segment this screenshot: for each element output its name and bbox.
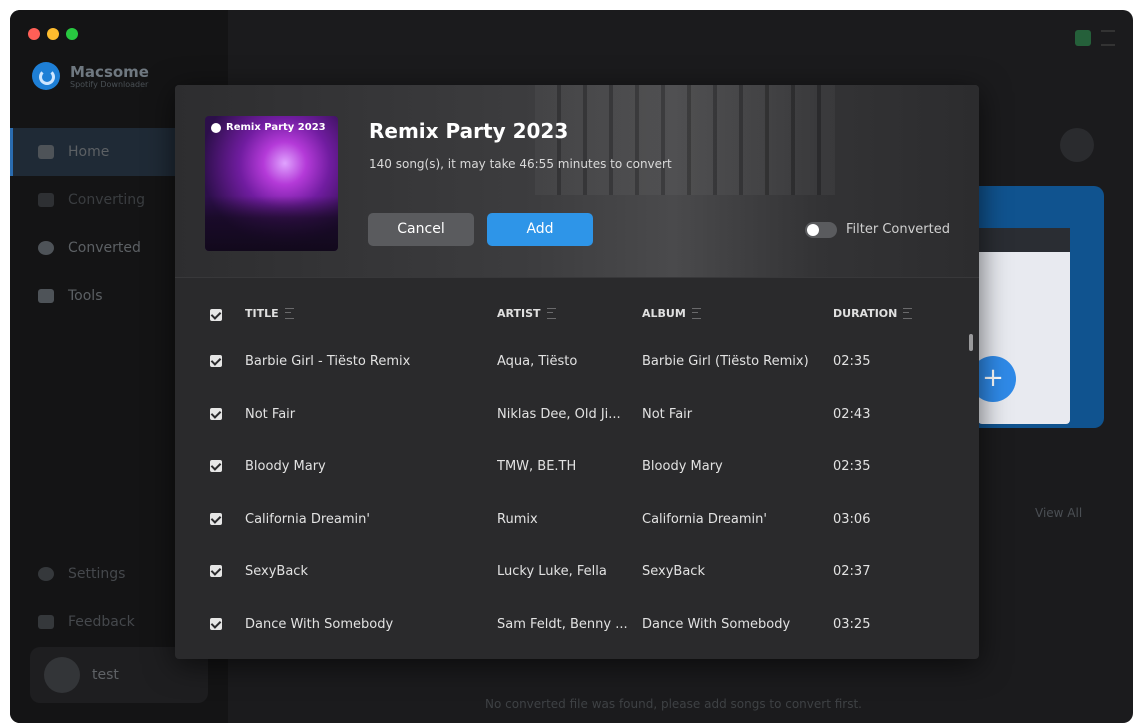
column-artist[interactable]: ARTIST bbox=[497, 307, 556, 320]
song-duration: 02:43 bbox=[833, 406, 871, 422]
table-header: TITLE ARTIST ALBUM DURATION bbox=[175, 295, 979, 335]
sidebar-item-label: Converted bbox=[68, 240, 141, 256]
song-album: Not Fair bbox=[642, 406, 693, 422]
cover-text: Remix Party 2023 bbox=[226, 122, 326, 133]
card-header bbox=[978, 228, 1070, 252]
filter-converted-label: Filter Converted bbox=[846, 222, 950, 237]
song-title: Dance With Somebody bbox=[245, 616, 394, 632]
song-duration: 03:25 bbox=[833, 616, 871, 632]
column-title-label: TITLE bbox=[245, 307, 279, 320]
app-name: Macsome bbox=[70, 62, 149, 81]
song-duration: 03:06 bbox=[833, 511, 871, 527]
table-row[interactable]: Dance With Somebody Sam Feldt, Benny ...… bbox=[175, 598, 979, 651]
top-right-controls bbox=[1075, 30, 1115, 46]
cover-title: Remix Party 2023 bbox=[211, 122, 326, 133]
sort-icon[interactable] bbox=[903, 308, 913, 319]
song-duration: 02:35 bbox=[833, 354, 871, 369]
playlist-cover: Remix Party 2023 bbox=[205, 116, 338, 251]
table-row[interactable]: Barbie Girl - Tiësto Remix Aqua, Tiësto … bbox=[175, 335, 979, 388]
column-duration-label: DURATION bbox=[833, 307, 898, 320]
song-album: Barbie Girl (Tiësto Remix) bbox=[642, 354, 809, 369]
user-name: test bbox=[92, 667, 119, 683]
music-icon[interactable] bbox=[1060, 128, 1094, 162]
sort-icon[interactable] bbox=[284, 308, 294, 319]
song-artist: TMW, BE.TH bbox=[497, 459, 577, 474]
table-row[interactable]: Not Fair Niklas Dee, Old Ji... Not Fair … bbox=[175, 388, 979, 441]
view-all-link[interactable]: View All bbox=[1035, 506, 1082, 520]
row-checkbox[interactable] bbox=[210, 460, 222, 472]
sidebar-item-label: Settings bbox=[68, 566, 126, 582]
row-checkbox[interactable] bbox=[210, 617, 222, 630]
song-artist: Sam Feldt, Benny ... bbox=[497, 616, 628, 632]
zoom-window-button[interactable] bbox=[66, 28, 78, 40]
logo-icon bbox=[32, 62, 60, 90]
sort-icon[interactable] bbox=[691, 308, 701, 319]
song-album: Bloody Mary bbox=[642, 459, 723, 474]
menu-icon[interactable] bbox=[1101, 30, 1115, 46]
mail-icon bbox=[38, 615, 54, 629]
column-album-label: ALBUM bbox=[642, 307, 686, 320]
song-artist: Rumix bbox=[497, 511, 538, 527]
grid-icon[interactable] bbox=[1075, 30, 1091, 46]
add-button[interactable]: Add bbox=[487, 213, 593, 246]
gear-icon bbox=[38, 567, 54, 581]
close-window-button[interactable] bbox=[28, 28, 40, 40]
song-artist: Aqua, Tiësto bbox=[497, 354, 578, 369]
add-music-panel[interactable]: + bbox=[970, 186, 1104, 428]
song-album: SexyBack bbox=[642, 564, 705, 579]
home-icon bbox=[38, 145, 54, 159]
song-list: Barbie Girl - Tiësto Remix Aqua, Tiësto … bbox=[175, 335, 979, 650]
spotify-icon bbox=[211, 122, 221, 133]
song-duration: 02:35 bbox=[833, 459, 871, 474]
window-controls bbox=[28, 28, 78, 40]
row-checkbox[interactable] bbox=[210, 565, 222, 577]
column-title[interactable]: TITLE bbox=[245, 307, 294, 320]
column-duration[interactable]: DURATION bbox=[833, 307, 913, 320]
song-title: California Dreamin' bbox=[245, 511, 370, 527]
row-checkbox[interactable] bbox=[210, 512, 222, 525]
app-subtitle: Spotify Downloader bbox=[70, 79, 149, 89]
song-album: Dance With Somebody bbox=[642, 616, 791, 632]
table-row[interactable]: California Dreamin' Rumix California Dre… bbox=[175, 493, 979, 546]
minimize-window-button[interactable] bbox=[47, 28, 59, 40]
sort-icon[interactable] bbox=[546, 308, 556, 319]
add-songs-dialog: Remix Party 2023 Remix Party 2023 140 so… bbox=[175, 85, 979, 659]
song-album: California Dreamin' bbox=[642, 511, 767, 527]
song-title: SexyBack bbox=[245, 564, 308, 579]
song-title: Bloody Mary bbox=[245, 459, 326, 474]
filter-converted-toggle[interactable] bbox=[805, 222, 837, 238]
song-artist: Niklas Dee, Old Ji... bbox=[497, 406, 621, 422]
clock-icon bbox=[38, 241, 54, 255]
song-duration: 02:37 bbox=[833, 564, 871, 579]
sidebar-item-label: Feedback bbox=[68, 614, 135, 630]
cancel-button[interactable]: Cancel bbox=[368, 213, 474, 246]
sidebar-item-label: Home bbox=[68, 144, 110, 160]
row-checkbox[interactable] bbox=[210, 407, 222, 420]
table-row[interactable]: SexyBack Lucky Luke, Fella SexyBack 02:3… bbox=[175, 545, 979, 598]
column-artist-label: ARTIST bbox=[497, 307, 541, 320]
select-all-checkbox[interactable] bbox=[210, 309, 222, 321]
app-logo: Macsome Spotify Downloader bbox=[32, 62, 149, 90]
avatar bbox=[44, 657, 80, 693]
playlist-summary: 140 song(s), it may take 46:55 minutes t… bbox=[369, 157, 672, 171]
row-checkbox[interactable] bbox=[210, 355, 222, 367]
song-title: Barbie Girl - Tiësto Remix bbox=[245, 354, 411, 369]
song-title: Not Fair bbox=[245, 406, 296, 422]
converting-icon bbox=[38, 193, 54, 207]
header-background-art bbox=[535, 85, 835, 195]
empty-message: No converted file was found, please add … bbox=[485, 697, 862, 711]
column-album[interactable]: ALBUM bbox=[642, 307, 701, 320]
sidebar-item-label: Converting bbox=[68, 192, 146, 208]
playlist-title: Remix Party 2023 bbox=[369, 119, 569, 143]
sidebar-item-label: Tools bbox=[68, 288, 103, 304]
dialog-header: Remix Party 2023 Remix Party 2023 140 so… bbox=[175, 85, 979, 278]
table-row[interactable]: Bloody Mary TMW, BE.TH Bloody Mary 02:35 bbox=[175, 440, 979, 493]
song-artist: Lucky Luke, Fella bbox=[497, 564, 607, 579]
toolbox-icon bbox=[38, 289, 54, 303]
